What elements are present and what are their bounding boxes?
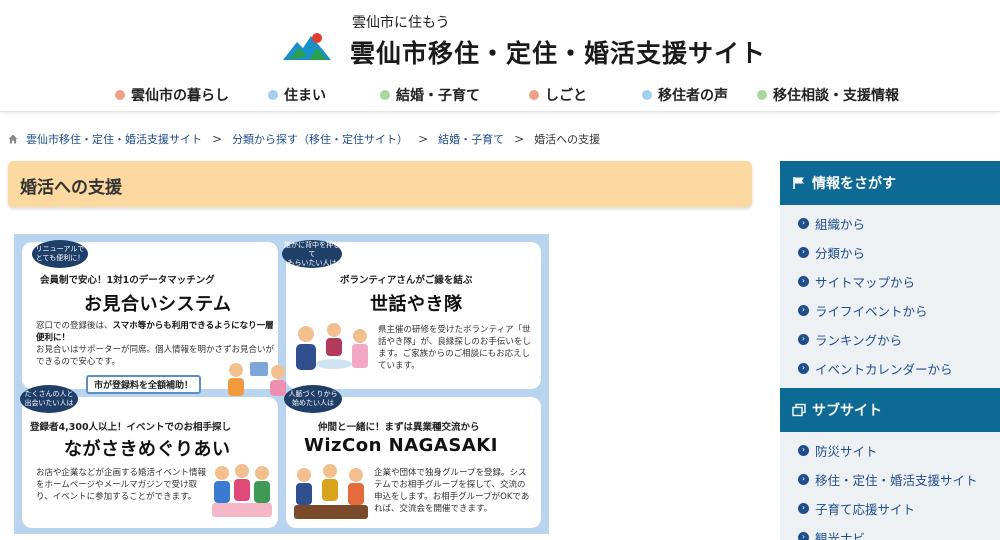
card-bubble: 人脈づくりから 始めたい人は [284, 385, 342, 413]
sidebar-item-label: ランキングから [815, 332, 903, 348]
sidebar-item-label: ライフイベントから [815, 303, 928, 319]
breadcrumb-current: 婚活への支援 [534, 133, 601, 146]
global-nav: 雲仙市の暮らし 住まい 結婚・子育て しごと 移住者の声 移住相談・支援情報 [0, 78, 1000, 112]
windows-icon [792, 403, 806, 417]
sidebar-item-label: 組織から [815, 216, 866, 232]
sidebar: 情報をさがす › 組織から › 分類から › サイトマップから › ライフイベン… [780, 161, 1000, 540]
card-subtitle: 仲間と一緒に！まずは異業種交流から [318, 422, 480, 433]
card-title: 世話やき隊 [370, 294, 463, 315]
sidebar-item-ranking[interactable]: › ランキングから [798, 330, 902, 348]
card-nagasaki-meguriai: たくさんの人と 出会いたい人は 登録者4,300人以上！イベントでのお相手探し … [20, 385, 278, 528]
gnav-item-support[interactable]: 移住相談・支援情報 [757, 84, 899, 106]
site-title[interactable]: 雲仙市移住・定住・婚活支援サイト [350, 34, 766, 70]
card-body: 企業や団体で独身グループを登録。システムでお相手グループを探して、交流の申込をし… [374, 468, 530, 514]
nav-dot-icon [529, 90, 539, 100]
breadcrumb: 雲仙市移住・定住・婚活支援サイト > 分類から探す（移住・定住サイト） > 結婚… [8, 131, 600, 147]
party-illustration-icon [212, 464, 272, 517]
card-title: ながさきめぐりあい [64, 439, 231, 460]
gnav-label: しごと [545, 88, 587, 104]
card-title: お見合いシステム [84, 294, 232, 315]
sidebar-subsite-heading: サブサイト [780, 388, 1000, 432]
sidebar-item-label: 子育て応援サイト [815, 501, 916, 517]
subsidy-badge: 市が登録料を全額補助！ [86, 375, 202, 394]
gnav-item-marriage[interactable]: 結婚・子育て [380, 84, 480, 106]
sidebar-item-organization[interactable]: › 組織から [798, 214, 865, 232]
chevron-right-icon: › [798, 304, 809, 316]
gnav-item-life[interactable]: 雲仙市の暮らし [115, 84, 229, 106]
sidebar-item-category[interactable]: › 分類から [798, 243, 865, 261]
sidebar-item-label: 防災サイト [815, 443, 878, 459]
gnav-label: 移住相談・支援情報 [773, 88, 899, 104]
card-body: お店や企業などが企画する婚活イベント情報をホームページやメールマガジンで受け取り… [36, 468, 207, 502]
card-subtitle: 会員制で安心！1対1のデータマッチング [40, 275, 215, 286]
group-toast-illustration-icon [294, 464, 368, 519]
gnav-label: 雲仙市の暮らし [131, 88, 229, 104]
breadcrumb-link-marriage[interactable]: 結婚・子育て [438, 131, 504, 147]
card-sewayaki-tai: 誰かに背中を押して もらいたい人は ボランティアさんがご縁を結ぶ 世話やき隊 県… [282, 240, 541, 389]
chevron-right-icon: › [798, 246, 809, 258]
card-wizcon-nagasaki: 人脈づくりから 始めたい人は 仲間と一緒に！まずは異業種交流から WizCon … [284, 385, 541, 528]
card-title: WizCon NAGASAKI [304, 435, 498, 456]
nav-dot-icon [380, 90, 390, 100]
gnav-item-voices[interactable]: 移住者の声 [642, 84, 728, 106]
card-subtitle: ボランティアさんがご縁を結ぶ [340, 275, 473, 286]
sidebar-item-sitemap[interactable]: › サイトマップから [798, 272, 915, 290]
sidebar-heading-label: サブサイト [812, 403, 882, 419]
nav-dot-icon [115, 90, 125, 100]
sidebar-item-event-calendar[interactable]: › イベントカレンダーから [798, 359, 953, 377]
card-body-text: 窓口での登録後は、 [36, 321, 113, 331]
breadcrumb-link-category[interactable]: 分類から探す（移住・定住サイト） [232, 131, 408, 147]
sidebar-item-label: イベントカレンダーから [815, 361, 953, 377]
sidebar-item-kanko-navi[interactable]: › 観光ナビ [798, 528, 865, 540]
breadcrumb-link-home[interactable]: 雲仙市移住・定住・婚活支援サイト [26, 131, 202, 147]
chevron-right-icon: › [798, 275, 809, 287]
sidebar-item-iju-site[interactable]: › 移住・定住・婚活支援サイト [798, 470, 978, 488]
site-tagline: 雲仙市に住もう [352, 15, 450, 31]
chevron-right-icon: › [798, 444, 809, 456]
breadcrumb-separator: > [418, 132, 429, 146]
people-illustration-icon [228, 362, 286, 396]
sidebar-item-label: 移住・定住・婚活支援サイト [815, 472, 978, 488]
nav-dot-icon [757, 90, 767, 100]
sidebar-item-label: 分類から [815, 245, 866, 261]
sidebar-item-kosodate[interactable]: › 子育て応援サイト [798, 499, 915, 517]
nav-dot-icon [642, 90, 652, 100]
breadcrumb-separator: > [212, 132, 223, 146]
breadcrumb-separator: > [514, 132, 525, 146]
card-subtitle: 登録者4,300人以上！イベントでのお相手探し [30, 422, 232, 433]
gnav-label: 結婚・子育て [396, 88, 480, 104]
sidebar-item-life-event[interactable]: › ライフイベントから [798, 301, 928, 319]
gnav-label: 住まい [284, 88, 326, 104]
sidebar-heading-label: 情報をさがす [812, 176, 896, 192]
card-body: 県主催の研修を受けたボランティア「世話やき隊」が、良縁探しのお手伝いをします。ご… [378, 325, 531, 371]
gnav-item-work[interactable]: しごと [529, 84, 587, 106]
site-header: 雲仙市に住もう 雲仙市移住・定住・婚活支援サイト [0, 0, 1000, 72]
chevron-right-icon: › [798, 531, 809, 540]
card-bubble: たくさんの人と 出会いたい人は [20, 385, 78, 413]
chevron-right-icon: › [798, 502, 809, 514]
nav-dot-icon [268, 90, 278, 100]
volunteers-illustration-icon [296, 323, 368, 370]
chevron-right-icon: › [798, 333, 809, 345]
sidebar-item-label: 観光ナビ [815, 530, 866, 540]
chevron-right-icon: › [798, 217, 809, 229]
chevron-right-icon: › [798, 362, 809, 374]
sidebar-item-label: サイトマップから [815, 274, 916, 290]
home-icon [8, 134, 18, 144]
gnav-label: 移住者の声 [658, 88, 728, 104]
page-heading-box: 婚活への支援 [8, 161, 752, 207]
card-omiai-system: リニューアルで とても便利に！ 会員制で安心！1対1のデータマッチング お見合い… [22, 240, 286, 396]
flag-icon [793, 177, 804, 189]
unzen-logo-icon[interactable] [281, 30, 333, 62]
gnav-item-housing[interactable]: 住まい [268, 84, 326, 106]
konkatsu-banner: リニューアルで とても便利に！ 会員制で安心！1対1のデータマッチング お見合い… [14, 234, 549, 534]
card-bubble: 誰かに背中を押して もらいたい人は [282, 240, 342, 268]
chevron-right-icon: › [798, 473, 809, 485]
sidebar-item-bousai[interactable]: › 防災サイト [798, 441, 878, 459]
card-bubble: リニューアルで とても便利に！ [32, 240, 88, 268]
page-title: 婚活への支援 [20, 178, 122, 198]
sidebar-search-heading: 情報をさがす [780, 161, 1000, 205]
